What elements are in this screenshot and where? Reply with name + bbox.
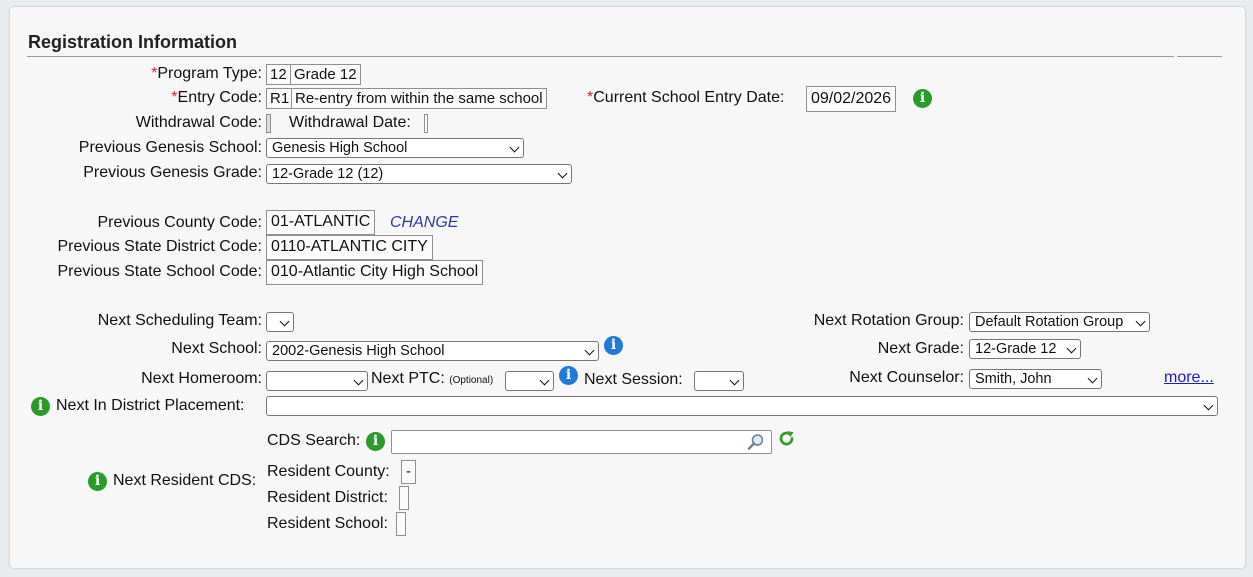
previous-county-code-label: Previous County Code: [97, 214, 262, 231]
next-counselor-select[interactable]: Smith, John [969, 369, 1102, 389]
program-type-value: Grade 12 [290, 64, 361, 85]
section-divider [27, 56, 1174, 57]
refresh-icon[interactable] [777, 429, 796, 448]
previous-genesis-grade-label: Previous Genesis Grade: [83, 164, 262, 181]
next-grade-select[interactable]: 12-Grade 12 [969, 339, 1081, 359]
cds-search-label: CDS Search: [267, 432, 361, 449]
next-resident-cds-label: Next Resident CDS: [113, 472, 257, 489]
previous-state-school-code-value: 010-Atlantic City High School [266, 260, 484, 285]
previous-genesis-grade-select[interactable]: 12-Grade 12 (12) [266, 164, 572, 184]
previous-state-school-code-label: Previous State School Code: [57, 263, 262, 280]
resident-school-label: Resident School: [267, 515, 388, 532]
next-homeroom-select[interactable] [266, 371, 368, 391]
program-type-label: *Program Type: [151, 65, 262, 82]
current-school-entry-date-value: 09/02/2026 [806, 86, 897, 112]
resident-county-label: Resident County: [267, 463, 390, 480]
next-homeroom-label: Next Homeroom: [141, 370, 262, 387]
info-green-icon[interactable]: i [913, 89, 932, 108]
more-link[interactable]: more... [1164, 369, 1214, 387]
resident-district-label: Resident District: [267, 489, 388, 506]
chevron-down-icon [729, 375, 740, 386]
entry-code-value: Re-entry from within the same school [291, 88, 547, 109]
withdrawal-date-value [424, 114, 428, 133]
chevron-down-icon [584, 345, 595, 356]
next-session-select[interactable] [694, 371, 744, 391]
withdrawal-code-label: Withdrawal Code: [135, 114, 262, 131]
next-counselor-label: Next Counselor: [849, 369, 964, 386]
chevron-down-icon [353, 375, 364, 386]
chevron-down-icon [1135, 316, 1146, 327]
chevron-down-icon [279, 316, 290, 327]
next-in-district-placement-select[interactable] [266, 396, 1218, 416]
next-school-label: Next School: [171, 340, 262, 357]
chevron-down-icon [1203, 400, 1214, 411]
section-divider-end [1177, 56, 1222, 57]
next-session-label: Next Session: [584, 371, 683, 388]
previous-state-district-code-label: Previous State District Code: [57, 238, 262, 255]
withdrawal-code-value [266, 114, 271, 133]
next-ptc-select[interactable] [505, 371, 554, 391]
resident-county-value: - [401, 460, 416, 484]
program-type-code: 12 [266, 64, 291, 85]
entry-code-label: *Entry Code: [171, 89, 262, 106]
next-rotation-group-select[interactable]: Default Rotation Group [969, 312, 1150, 332]
chevron-down-icon [1087, 373, 1098, 384]
previous-genesis-school-label: Previous Genesis School: [78, 139, 262, 156]
previous-state-district-code-value: 0110-ATLANTIC CITY [266, 235, 433, 260]
chevron-down-icon [1066, 343, 1077, 354]
next-rotation-group-label: Next Rotation Group: [813, 312, 964, 329]
next-grade-label: Next Grade: [877, 340, 964, 357]
resident-school-value [396, 512, 406, 536]
withdrawal-date-label: Withdrawal Date: [289, 114, 411, 131]
next-in-district-placement-label: Next In District Placement: [56, 397, 245, 414]
next-scheduling-team-label: Next Scheduling Team: [97, 312, 262, 329]
resident-district-value [399, 486, 409, 510]
next-scheduling-team-select[interactable] [266, 312, 294, 332]
info-green-icon[interactable]: i [366, 432, 385, 451]
next-school-select[interactable]: 2002-Genesis High School [266, 341, 599, 361]
cds-search-input[interactable] [391, 430, 772, 454]
info-blue-icon[interactable]: i [559, 366, 578, 385]
current-school-entry-date-label: *Current School Entry Date: [587, 89, 785, 106]
info-green-icon[interactable]: i [31, 397, 50, 416]
next-ptc-label: Next PTC: (Optional) [371, 370, 494, 387]
chevron-down-icon [539, 375, 550, 386]
previous-genesis-school-select[interactable]: Genesis High School [266, 138, 524, 158]
search-icon[interactable] [747, 433, 765, 451]
chevron-down-icon [509, 142, 520, 153]
previous-county-code-value: 01-ATLANTIC [266, 210, 376, 235]
info-green-icon[interactable]: i [88, 472, 107, 491]
entry-code-code: R1 [266, 88, 294, 109]
info-blue-icon[interactable]: i [604, 336, 623, 355]
change-county-link[interactable]: CHANGE [390, 214, 458, 232]
chevron-down-icon [557, 168, 568, 179]
section-title: Registration Information [28, 32, 238, 52]
